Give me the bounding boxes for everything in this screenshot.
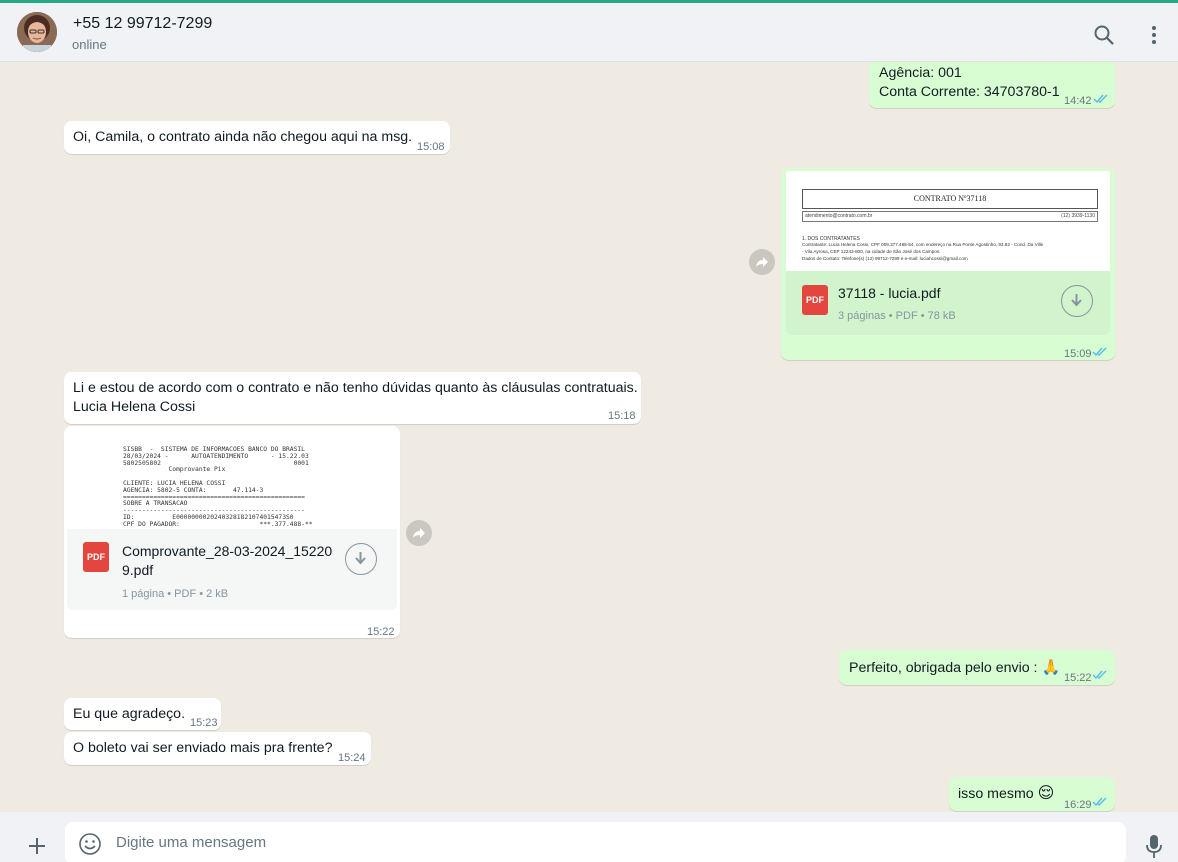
preview-text: Contratante: Lucia Helena Cossi, CPF 009…	[802, 241, 1102, 262]
message-text: Perfeito, obrigada pelo envio : 🙏	[849, 658, 1060, 678]
download-button[interactable]	[1061, 285, 1093, 317]
document-preview[interactable]: CONTRATO Nº37118 atendimento@contrato.co…	[786, 171, 1110, 271]
message-text-body: isso mesmo	[958, 786, 1034, 802]
preview-line: CPF DO PAGADOR: ***.377.488-**	[123, 520, 313, 528]
file-meta: 1 página • PDF • 2 kB	[122, 588, 229, 600]
message-time: 15:24	[338, 752, 366, 764]
forward-button[interactable]	[406, 520, 432, 546]
pdf-icon: PDF	[802, 285, 828, 315]
preview-contact-row: atendimento@contrato.com.br (12) 3939-11…	[802, 211, 1098, 222]
message-input[interactable]: Digite uma mensagem	[65, 822, 1126, 862]
chat-header[interactable]: +55 12 99712-7299 online	[0, 3, 1178, 62]
avatar[interactable]	[17, 12, 57, 52]
document-info[interactable]: PDF 37118 - lucia.pdf 3 páginas • PDF • …	[786, 271, 1110, 335]
preview-title: CONTRATO Nº37118	[802, 189, 1098, 209]
message-incoming[interactable]: O boleto vai ser enviado mais pra frente…	[64, 732, 371, 765]
file-name: 9.pdf	[122, 562, 154, 578]
plus-icon[interactable]	[25, 834, 49, 858]
message-text: Oi, Camila, o contrato ainda não chegou …	[73, 129, 413, 145]
message-incoming-document[interactable]: SISBB - SISTEMA DE INFORMACOES BANCO DO …	[64, 426, 400, 638]
message-list[interactable]: Agência: 001 Conta Corrente: 34703780-1 …	[0, 62, 1178, 812]
message-text-body: Perfeito, obrigada pelo envio :	[849, 660, 1038, 676]
message-time: 15:08	[417, 141, 445, 153]
message-incoming[interactable]: Li e estou de acordo com o contrato e nã…	[64, 372, 641, 424]
download-icon	[1071, 294, 1082, 307]
preview-phone: (12) 3939-1130	[1061, 213, 1095, 219]
message-outgoing[interactable]: isso mesmo 😌 16:29	[949, 777, 1115, 811]
message-input-placeholder[interactable]: Digite uma mensagem	[116, 834, 266, 851]
preview-text: SISBB - SISTEMA DE INFORMACOES BANCO DO …	[123, 446, 313, 529]
double-check-icon	[1092, 797, 1107, 807]
message-text: Lucia Helena Cossi	[73, 399, 196, 415]
message-text: isso mesmo 😌	[958, 784, 1054, 804]
message-time: 15:09	[1064, 348, 1092, 360]
preview-line: Comprovante Pix	[123, 466, 226, 474]
double-check-icon	[1093, 94, 1108, 104]
message-text: Agência: 001	[879, 65, 962, 81]
double-check-icon	[1092, 670, 1107, 680]
message-time: 15:22	[1064, 672, 1092, 684]
relieved-emoji: 😌	[1037, 785, 1055, 802]
forward-icon	[756, 257, 768, 267]
message-time: 16:29	[1064, 799, 1092, 811]
file-name: Comprovante_28-03-2024_15220	[122, 543, 333, 559]
emoji-icon[interactable]	[78, 832, 102, 856]
message-incoming[interactable]: Eu que agradeço. 15:23	[64, 698, 221, 730]
download-button[interactable]	[345, 543, 377, 575]
message-outgoing-document[interactable]: CONTRATO Nº37118 atendimento@contrato.co…	[781, 168, 1115, 360]
message-time: 15:22	[367, 626, 395, 638]
download-icon	[355, 552, 366, 565]
preview-line: Dados de Contato: Telefone(s) (12) 99712…	[802, 256, 968, 261]
pdf-icon: PDF	[83, 542, 109, 572]
search-icon[interactable]	[1092, 23, 1116, 47]
message-text: O boleto vai ser enviado mais pra frente…	[73, 740, 333, 756]
message-incoming[interactable]: Oi, Camila, o contrato ainda não chegou …	[64, 121, 450, 154]
contact-name[interactable]: +55 12 99712-7299	[73, 15, 212, 33]
preview-line: - Vila Ayrosa, CEP 12243-800, na cidade …	[802, 249, 941, 254]
message-text: Conta Corrente: 34703780-1	[879, 84, 1060, 100]
message-text: Li e estou de acordo com o contrato e nã…	[73, 380, 638, 396]
document-info[interactable]: PDF Comprovante_28-03-2024_15220 9.pdf 1…	[67, 529, 397, 610]
document-preview[interactable]: SISBB - SISTEMA DE INFORMACOES BANCO DO …	[67, 429, 397, 530]
message-outgoing[interactable]: Agência: 001 Conta Corrente: 34703780-1 …	[869, 62, 1115, 108]
forward-button[interactable]	[749, 249, 775, 275]
message-time: 14:42	[1064, 95, 1092, 107]
message-time: 15:23	[190, 717, 218, 729]
preview-email: atendimento@contrato.com.br	[805, 213, 873, 219]
message-outgoing[interactable]: Perfeito, obrigada pelo envio : 🙏 15:22	[839, 650, 1115, 685]
message-time: 15:18	[608, 410, 636, 422]
double-check-icon	[1092, 347, 1107, 357]
composer-bar: Digite uma mensagem	[0, 812, 1178, 862]
file-name: 37118 - lucia.pdf	[838, 285, 941, 301]
forward-icon	[413, 528, 425, 538]
menu-icon[interactable]	[1142, 23, 1166, 47]
message-text: Eu que agradeço.	[73, 706, 186, 722]
preview-line: Contratante: Lucia Helena Cossi, CPF 009…	[802, 242, 1044, 247]
contact-status: online	[72, 37, 107, 52]
mic-icon[interactable]	[1142, 832, 1166, 860]
pray-emoji: 🙏	[1041, 659, 1061, 676]
file-meta: 3 páginas • PDF • 78 kB	[838, 310, 956, 322]
